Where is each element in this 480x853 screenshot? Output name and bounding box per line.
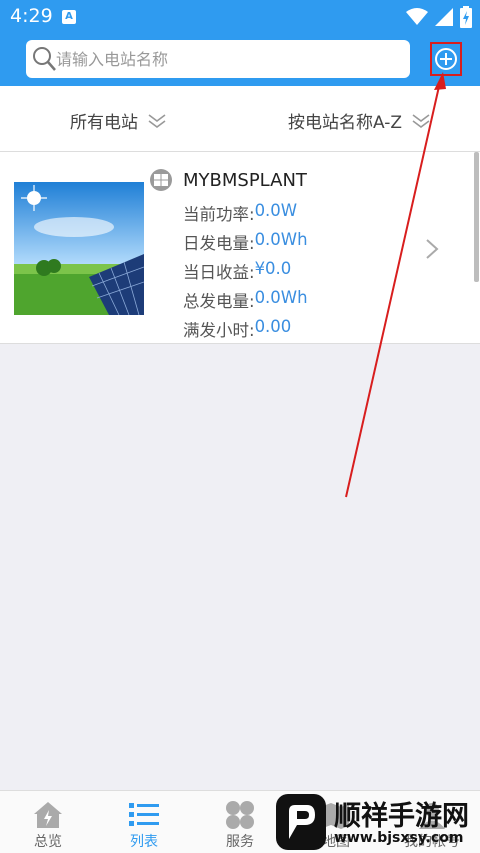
filter-bar: 所有电站 按电站名称A-Z (0, 86, 480, 152)
clover-icon (226, 801, 254, 829)
status-time: 4:29 (10, 5, 53, 27)
add-plant-button[interactable] (430, 42, 462, 76)
chevron-down-double-icon (148, 113, 166, 128)
search-box[interactable] (26, 40, 410, 78)
stat-row: 总发电量: 0.0Wh (183, 288, 308, 317)
stat-value: ¥0.0 (254, 259, 292, 278)
stat-value: 0.0Wh (254, 230, 308, 249)
watermark-title: 顺祥手游网 (334, 801, 469, 832)
chevron-right-icon (426, 239, 439, 259)
plant-list-item[interactable]: MYBMSPLANT 当前功率: 0.0W 日发电量: 0.0Wh 当日收益: ¥0.… (0, 152, 480, 344)
stat-label: 总发电量: (183, 292, 255, 311)
plus-circle-icon (435, 48, 457, 70)
chevron-down-double-icon (412, 113, 430, 128)
nav-list[interactable]: 列表 (96, 799, 192, 851)
nav-label: 列表 (130, 834, 158, 850)
battery-charging-icon (460, 6, 472, 28)
list-icon (129, 803, 159, 826)
stat-label: 满发小时: (183, 321, 255, 340)
search-input[interactable] (56, 46, 396, 72)
stat-row: 满发小时: 0.00 (183, 317, 308, 346)
stat-value: 0.00 (254, 317, 292, 336)
sort-label: 按电站名称A-Z (288, 113, 403, 133)
stat-label: 日发电量: (183, 234, 255, 253)
notification-a-icon: A (62, 10, 76, 24)
plant-thumbnail (14, 182, 144, 315)
watermark-logo-icon (276, 794, 326, 850)
stat-row: 日发电量: 0.0Wh (183, 230, 308, 259)
stat-label: 当日收益: (183, 263, 255, 282)
scrollbar[interactable] (474, 152, 479, 282)
watermark: 顺祥手游网 www.bjsxsy.com (276, 792, 480, 853)
nav-label: 服务 (226, 834, 254, 850)
nav-overview[interactable]: 总览 (0, 799, 96, 851)
status-bar: 4:29 A (0, 0, 480, 34)
system-icons (406, 6, 472, 28)
search-icon (33, 47, 56, 71)
nav-label: 总览 (34, 834, 62, 850)
plant-name: MYBMSPLANT (183, 170, 307, 191)
all-plants-label: 所有电站 (70, 113, 138, 133)
all-plants-filter[interactable]: 所有电站 (70, 108, 166, 133)
plant-stats: 当前功率: 0.0W 日发电量: 0.0Wh 当日收益: ¥0.0 总发电量: 0.0W… (183, 201, 308, 346)
stat-value: 0.0W (254, 201, 298, 220)
wifi-icon (406, 8, 428, 25)
stat-label: 当前功率: (183, 205, 255, 224)
signal-icon (435, 8, 453, 26)
stat-value: 0.0Wh (254, 288, 308, 307)
nav-service[interactable]: 服务 (192, 799, 288, 851)
home-icon (34, 802, 62, 828)
stat-row: 当日收益: ¥0.0 (183, 259, 308, 288)
top-header (0, 34, 480, 86)
plant-type-icon (150, 169, 172, 191)
stat-row: 当前功率: 0.0W (183, 201, 308, 230)
watermark-url: www.bjsxsy.com (334, 830, 464, 846)
sort-filter[interactable]: 按电站名称A-Z (288, 108, 430, 133)
